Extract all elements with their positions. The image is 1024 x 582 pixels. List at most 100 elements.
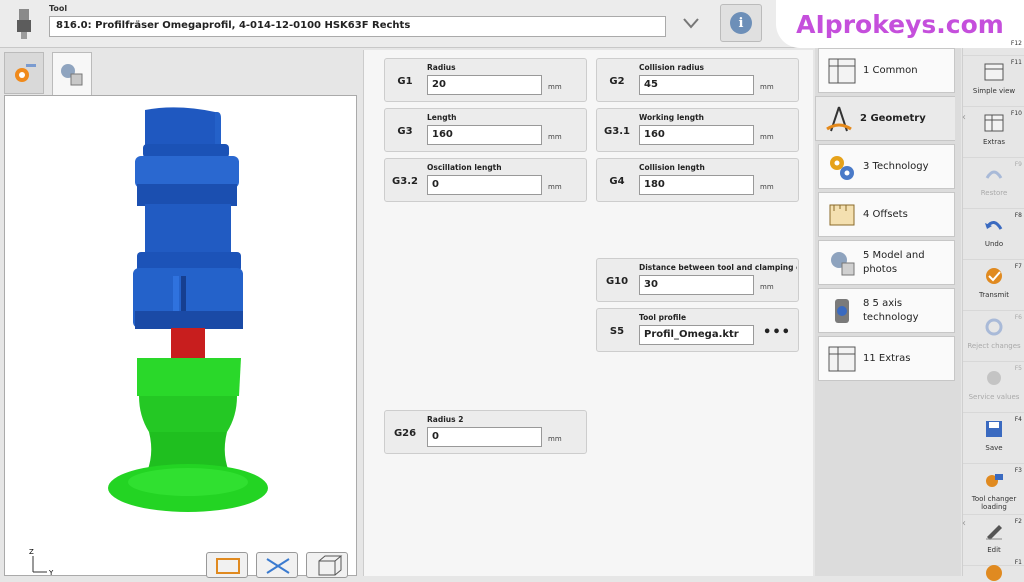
field-label: Collision radius [639, 63, 705, 72]
field-label: Radius [427, 63, 456, 72]
view-fit-button[interactable] [206, 552, 248, 578]
save-button[interactable]: F4 Save [963, 413, 1024, 464]
field-g1: G1 Radius 20 mm [384, 58, 587, 102]
function-key-bar: F12 F11 Simple view F10 Extras F9 Restor… [962, 40, 1024, 581]
field-unit: mm [760, 183, 774, 191]
tab-label: 8 5 axis technology [863, 297, 919, 323]
category-tabs: 1 Common 2 Geometry 3 Technology 4 Offse… [815, 48, 961, 576]
field-g2: G2 Collision radius 45 mm [596, 58, 799, 102]
view-box-button[interactable] [306, 552, 348, 578]
f12-button[interactable]: F12 [963, 40, 1024, 56]
tab-5-axis-technology[interactable]: 8 5 axis technology [818, 288, 955, 333]
tab-label: 1 Common [863, 64, 918, 76]
service-values-icon [987, 371, 1001, 385]
undo-button[interactable]: F8 Undo [963, 209, 1024, 260]
function-key-label: F5 [1014, 365, 1022, 372]
info-button[interactable]: i [720, 4, 762, 42]
tool-shank-model [171, 328, 205, 358]
field-g26: G26 Radius 2 0 mm [384, 410, 587, 454]
function-key-label: F11 [1010, 59, 1022, 66]
tool-holder-model [133, 107, 243, 329]
simple-view-button[interactable]: F11 Simple view [963, 56, 1024, 107]
reject-changes-button[interactable]: F6 Reject changes [963, 311, 1024, 362]
compass-icon [821, 101, 857, 137]
tool-changer-loading-button[interactable]: F3 Tool changer loading [963, 464, 1024, 515]
wireframe-box-icon [318, 555, 343, 576]
field-g3-2: G3.2 Oscillation length 0 mm [384, 158, 587, 202]
field-unit: mm [548, 435, 562, 443]
action-label: Edit [987, 546, 1001, 554]
info-icon: i [730, 12, 752, 34]
view-expand-button[interactable] [256, 552, 298, 578]
model-photo-icon [824, 245, 860, 281]
clamping-distance-input[interactable]: 30 [639, 275, 754, 295]
field-code: G4 [609, 175, 625, 187]
tab-offsets[interactable]: 4 Offsets [818, 192, 955, 237]
field-code: G3.2 [392, 175, 418, 187]
action-label: Undo [984, 240, 1004, 248]
tool-profile-input[interactable]: Profil_Omega.ktr [639, 325, 754, 345]
chevron-down-icon [683, 18, 699, 29]
edit-pencil-icon [986, 525, 1002, 540]
service-values-button[interactable]: F5 Service values [963, 362, 1024, 413]
action-label: Transmit [978, 291, 1009, 299]
tab-geometry[interactable]: 2 Geometry [815, 96, 955, 141]
help-icon [986, 565, 1002, 581]
chevron-left-icon: ‹ [962, 112, 966, 123]
tool-dropdown-button[interactable] [674, 8, 708, 38]
length-input[interactable]: 160 [427, 125, 542, 145]
radius-2-input[interactable]: 0 [427, 427, 542, 447]
3d-shapes-icon [61, 63, 83, 85]
tab-3d-view[interactable] [52, 52, 92, 96]
tool-select-field[interactable]: 816.0: Profilfräser Omegaprofil, 4-014-1… [49, 16, 666, 37]
field-unit: mm [548, 183, 562, 191]
radius-input[interactable]: 20 [427, 75, 542, 95]
restore-button[interactable]: F9 Restore [963, 158, 1024, 209]
help-button[interactable]: F1 [963, 556, 1024, 581]
action-label: Simple view [972, 87, 1016, 95]
action-label: Reject changes [967, 342, 1021, 350]
chevron-left-icon: ‹ [962, 518, 966, 529]
tab-label: 2 Geometry [860, 112, 926, 124]
axis-z-label: Z [29, 548, 34, 556]
field-code: S5 [609, 325, 625, 337]
browse-profile-button[interactable]: ••• [757, 321, 797, 343]
extras-button[interactable]: F10 Extras [963, 107, 1024, 158]
collision-radius-input[interactable]: 45 [639, 75, 754, 95]
view-tabs [0, 50, 360, 96]
field-unit: mm [760, 83, 774, 91]
3d-viewport[interactable]: Z Y [4, 95, 357, 577]
axis-indicator: Z Y [29, 548, 54, 577]
function-key-label: F12 [1010, 40, 1022, 47]
field-s5: S5 Tool profile Profil_Omega.ktr ••• [596, 308, 799, 352]
function-key-label: F9 [1014, 161, 1022, 168]
tab-label: 4 Offsets [863, 208, 908, 220]
field-label: Oscillation length [427, 163, 502, 172]
transmit-icon [986, 268, 1002, 284]
watermark-badge: AIprokeys.com [776, 0, 1024, 48]
field-code: G3.1 [604, 125, 630, 137]
simple-view-icon [984, 63, 1004, 81]
field-code: G2 [609, 75, 625, 87]
expand-arrows-icon [266, 558, 290, 574]
working-length-input[interactable]: 160 [639, 125, 754, 145]
field-label: Collision length [639, 163, 705, 172]
reject-icon [985, 318, 1003, 336]
tab-technology[interactable]: 3 Technology [818, 144, 955, 189]
fit-view-icon [216, 558, 240, 574]
undo-icon [985, 221, 1003, 230]
gear-icon [15, 64, 36, 82]
tab-extras[interactable]: 11 Extras [818, 336, 955, 381]
transmit-button[interactable]: F7 Transmit [963, 260, 1024, 311]
tab-settings-view[interactable] [4, 52, 44, 94]
tab-common[interactable]: 1 Common [818, 48, 955, 93]
ruler-icon [824, 197, 860, 233]
common-table-icon [824, 53, 860, 89]
tab-model-and-photos[interactable]: 5 Model and photos [818, 240, 955, 285]
tool-3d-model: Z Y [29, 107, 268, 577]
oscillation-length-input[interactable]: 0 [427, 175, 542, 195]
collision-length-input[interactable]: 180 [639, 175, 754, 195]
field-unit: mm [760, 283, 774, 291]
field-label: Radius 2 [427, 415, 464, 424]
field-code: G3 [397, 125, 413, 137]
